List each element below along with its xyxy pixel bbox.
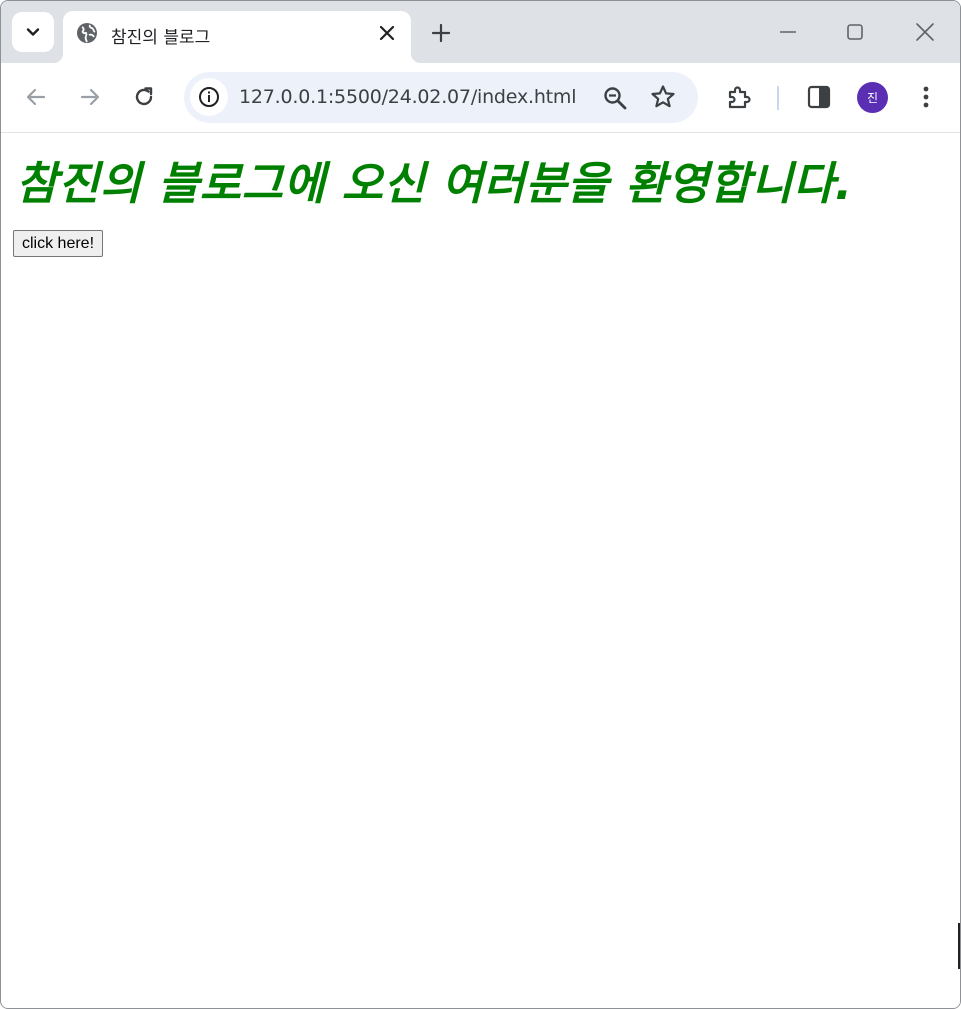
maximize-icon[interactable]: [844, 21, 866, 43]
side-panel-icon[interactable]: [805, 83, 833, 111]
zoom-out-icon[interactable]: [602, 85, 628, 111]
globe-icon: [77, 23, 97, 43]
tab-search-button[interactable]: [12, 12, 54, 52]
kebab-menu-icon[interactable]: [912, 83, 940, 111]
click-here-button[interactable]: click here!: [13, 230, 104, 257]
tab-title: 참진의 블로그: [111, 28, 211, 48]
address-bar[interactable]: 127.0.0.1:5500/24.02.07/index.html: [184, 72, 698, 123]
page-viewport: 참진의 블로그에 오신 여러분을 환영합니다. click here!: [2, 133, 960, 1008]
page-heading: 참진의 블로그에 오신 여러분을 환영합니다.: [16, 157, 853, 210]
url-text[interactable]: 127.0.0.1:5500/24.02.07/index.html: [239, 86, 577, 108]
tab-strip: 참진의 블로그: [1, 1, 960, 63]
reload-icon[interactable]: [130, 83, 158, 111]
chevron-down-icon: [26, 28, 40, 36]
info-icon: [199, 87, 219, 107]
avatar-initial: 진: [866, 91, 879, 105]
browser-toolbar: 127.0.0.1:5500/24.02.07/index.html 진: [1, 63, 960, 133]
close-icon[interactable]: [914, 21, 936, 43]
browser-window: 참진의 블로그 127.0.0.1:5500/24.02.07/index.ht…: [0, 0, 961, 1009]
close-icon[interactable]: [377, 23, 397, 43]
profile-avatar[interactable]: 진: [857, 82, 888, 113]
active-tab[interactable]: 참진의 블로그: [53, 11, 421, 63]
star-icon[interactable]: [650, 84, 676, 110]
arrow-left-icon[interactable]: [22, 83, 50, 111]
minimize-icon[interactable]: [777, 21, 799, 43]
puzzle-icon[interactable]: [725, 83, 753, 111]
toolbar-divider: [777, 86, 779, 110]
site-info-button[interactable]: [190, 78, 228, 116]
arrow-right-icon[interactable]: [76, 83, 104, 111]
plus-icon[interactable]: [429, 21, 453, 45]
